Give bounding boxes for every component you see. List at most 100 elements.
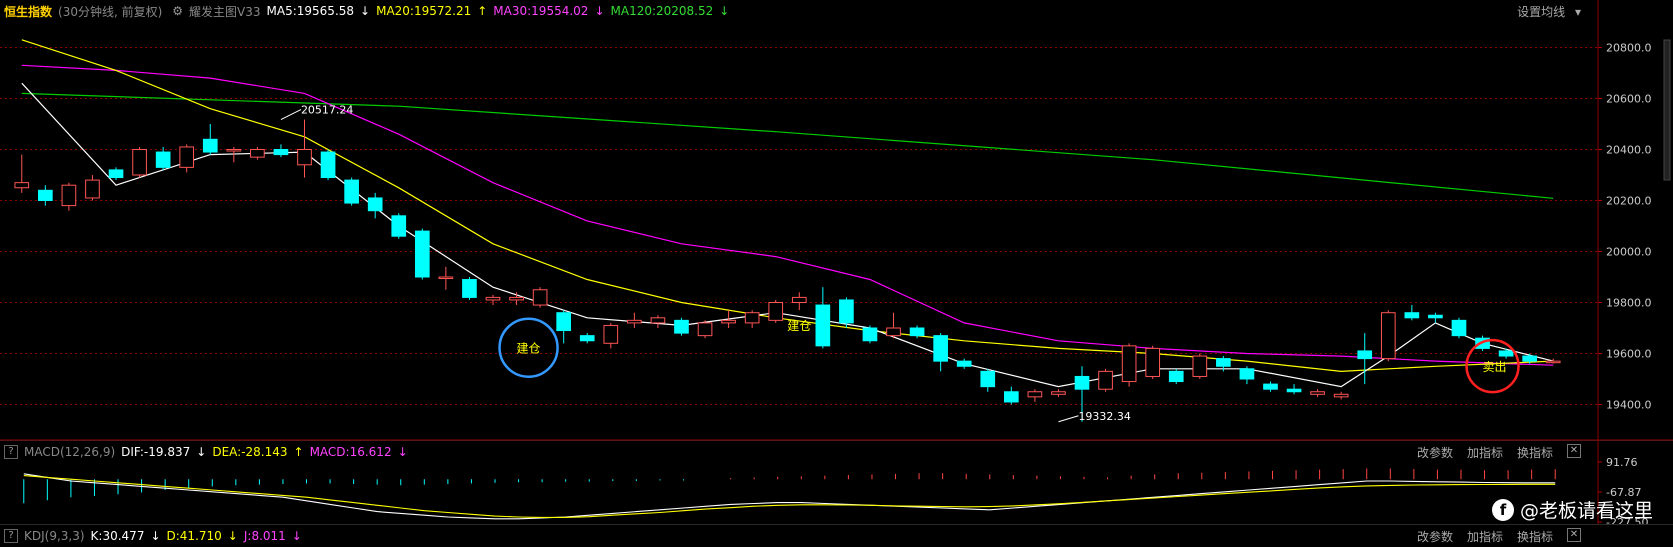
arrow-down-icon: ↓ xyxy=(150,529,161,543)
candlestick-chart[interactable]: 20800.0 20600.0 20400.0 20200.0 20000.0 19800… xyxy=(0,0,1673,524)
candle-body xyxy=(650,317,666,324)
candle-body xyxy=(886,327,901,337)
candle-body xyxy=(1522,355,1537,362)
candle-body xyxy=(132,149,147,176)
candle-body xyxy=(1003,391,1019,403)
candle-body xyxy=(909,327,925,337)
candle-body xyxy=(1145,347,1161,377)
candle-body xyxy=(579,335,595,342)
arrow-down-icon: ↓ xyxy=(227,529,238,543)
candle-body xyxy=(1168,370,1184,383)
dea-line xyxy=(23,475,1556,518)
candle-body xyxy=(61,184,77,207)
k-value: K:30.477 xyxy=(90,529,145,543)
logo-icon: f xyxy=(1491,498,1514,521)
candle-body xyxy=(391,215,407,237)
signal-label: 建仓 xyxy=(787,319,811,333)
candle-body xyxy=(1051,391,1066,395)
arrow-down-icon: ↓ xyxy=(291,529,302,543)
y-tick-label: 20800.0 xyxy=(1606,42,1652,55)
kdj-links: 改参数 加指标 换指标 ✕ xyxy=(1417,527,1587,545)
candle-body xyxy=(532,289,548,306)
candle-body xyxy=(179,146,195,168)
dif-line xyxy=(23,473,1556,520)
candle-body xyxy=(1216,358,1231,367)
change-params-link[interactable]: 改参数 xyxy=(1417,528,1453,545)
extreme-pointer xyxy=(1058,415,1079,423)
candle-body xyxy=(1286,388,1302,393)
kdj-header: ? KDJ(9,3,3) K:30.477 ↓ D:41.710 ↓ J:8.0… xyxy=(0,524,1673,547)
candle-body xyxy=(462,279,477,298)
candle-body xyxy=(226,149,242,152)
candle-body xyxy=(202,138,218,153)
candle-body xyxy=(14,182,30,189)
candle-body xyxy=(414,230,430,278)
candle-body xyxy=(438,276,454,279)
ma5-line xyxy=(21,82,1554,388)
ma120-line xyxy=(21,92,1554,199)
macd-tick-label: 91.76 xyxy=(1606,456,1638,469)
candle-body xyxy=(155,151,171,168)
candle-body xyxy=(509,296,524,301)
d-value: D:41.710 xyxy=(166,529,222,543)
candle-body xyxy=(1357,350,1373,360)
candle-body xyxy=(344,179,359,204)
candle-body xyxy=(1098,370,1113,390)
candle-body xyxy=(839,299,854,324)
candle-body xyxy=(956,360,972,367)
signal-label: 卖出 xyxy=(1483,360,1507,374)
candle-body xyxy=(1428,314,1443,319)
candle-body xyxy=(273,149,289,156)
candle-body xyxy=(1027,391,1043,398)
candle-body xyxy=(1333,393,1349,398)
y-tick-label: 19600.0 xyxy=(1606,348,1652,361)
y-tick-label: 20400.0 xyxy=(1606,144,1652,157)
candle-body xyxy=(485,296,501,301)
candle-body xyxy=(250,149,265,158)
j-value: J:8.011 xyxy=(243,529,286,543)
switch-indicator-link[interactable]: 换指标 xyxy=(1517,528,1553,545)
watermark: f @老板请看这里 xyxy=(1491,496,1653,523)
candle-body xyxy=(674,319,689,334)
candle-body xyxy=(1239,368,1255,380)
candle-body xyxy=(815,304,831,347)
y-tick-label: 20600.0 xyxy=(1606,93,1652,106)
scrollbar xyxy=(1663,39,1671,181)
y-tick-label: 19400.0 xyxy=(1606,399,1652,412)
watermark-text: @老板请看这里 xyxy=(1519,500,1653,522)
candle-body xyxy=(1404,312,1420,319)
candle-body xyxy=(1310,391,1325,395)
candle-body xyxy=(1498,350,1514,357)
candle-body xyxy=(1074,375,1090,390)
candle-body xyxy=(297,149,312,166)
y-tick-label: 20200.0 xyxy=(1606,195,1652,208)
candle-body xyxy=(1192,355,1208,377)
close-icon[interactable]: ✕ xyxy=(1567,527,1581,542)
candle-body xyxy=(556,312,572,332)
candle-body xyxy=(697,322,713,337)
candle-body xyxy=(603,324,619,344)
y-tick-label: 20000.0 xyxy=(1606,246,1652,259)
candle-body xyxy=(791,296,807,303)
y-tick-label: 19800.0 xyxy=(1606,297,1652,310)
candle-body xyxy=(38,189,53,202)
signal-label: 建仓 xyxy=(517,342,541,356)
candle-body xyxy=(980,370,996,388)
candle-body xyxy=(862,327,878,342)
candle-body xyxy=(85,179,100,199)
candle-body xyxy=(1121,345,1137,383)
add-indicator-link[interactable]: 加指标 xyxy=(1467,528,1503,545)
candle-body xyxy=(108,169,124,179)
candle-body xyxy=(933,335,948,362)
candle-body xyxy=(1451,319,1467,337)
candle-body xyxy=(768,302,784,321)
candle-body xyxy=(1380,312,1396,360)
candle-body xyxy=(744,312,760,324)
help-icon[interactable]: ? xyxy=(4,529,18,543)
candle-body xyxy=(320,151,336,179)
kdj-name[interactable]: KDJ(9,3,3) xyxy=(24,529,85,543)
candle-body xyxy=(627,319,642,324)
candle-body xyxy=(721,319,736,324)
extreme-pointer xyxy=(280,109,302,121)
extreme-label: 19332.34 xyxy=(1078,410,1131,423)
